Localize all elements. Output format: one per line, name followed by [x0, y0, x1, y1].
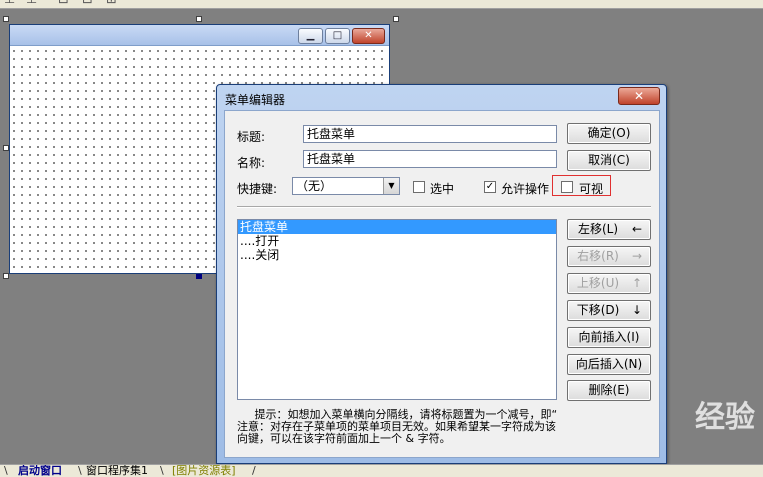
title-input[interactable]: 托盘菜单 [303, 125, 557, 143]
insert-after-button[interactable]: 向后插入(N) [567, 354, 651, 375]
resize-handle-n[interactable] [196, 16, 202, 22]
dialog-title: 菜单编辑器 [225, 93, 286, 107]
tab-divider: / [252, 464, 256, 477]
cancel-button[interactable]: 取消(C) [567, 150, 651, 171]
allow-checkbox[interactable]: ✓ [484, 181, 496, 193]
checked-checkbox[interactable] [413, 181, 425, 193]
divider [237, 206, 651, 208]
list-item[interactable]: 托盘菜单 [238, 220, 556, 234]
designer-toolbar: ⊥ ⊥ ⊟ ⊡ ⊞ [0, 0, 763, 9]
title-label: 标题: [237, 130, 266, 144]
move-left-label: 左移(L) [577, 222, 619, 236]
arrow-up-icon: ↑ [631, 276, 642, 290]
checked-label: 选中 [430, 182, 455, 196]
arrow-down-icon: ↓ [631, 303, 642, 317]
name-input[interactable]: 托盘菜单 [303, 150, 557, 168]
move-left-button[interactable]: 左移(L) ← [567, 219, 651, 240]
move-down-button[interactable]: 下移(D) ↓ [567, 300, 651, 321]
delete-button[interactable]: 删除(E) [567, 380, 651, 401]
shortcut-label: 快捷键: [237, 182, 278, 196]
tab-divider: \ [160, 464, 164, 477]
hint-line-1: 提示：如想加入菜单横向分隔线，请将标题置为一个减号，即“ [237, 408, 558, 421]
move-right-label: 右移(R) [577, 249, 619, 263]
resize-handle-nw[interactable] [3, 16, 9, 22]
tab-bar: \ 启动窗口 \ 窗口程序集1 \ [图片资源表] / [0, 464, 763, 477]
move-down-label: 下移(D) [576, 303, 620, 317]
menu-editor-dialog: 菜单编辑器 ✕ 标题: 托盘菜单 确定(O) 名称: 托盘菜单 取消(C) 快捷… [216, 84, 667, 464]
move-up-label: 上移(U) [576, 276, 620, 290]
shortcut-select[interactable]: （无） ▼ [292, 177, 400, 195]
close-icon[interactable]: ✕ [352, 28, 385, 44]
resize-handle-ne[interactable] [393, 16, 399, 22]
close-icon[interactable]: ✕ [618, 87, 660, 105]
tab-divider: \ [4, 464, 8, 477]
visible-label: 可视 [579, 182, 604, 196]
tab-startup-window[interactable]: 启动窗口 [18, 465, 62, 477]
size-icon[interactable]: ⊟ [58, 0, 69, 8]
chevron-down-icon[interactable]: ▼ [383, 178, 399, 194]
list-item[interactable]: ....关闭 [238, 248, 556, 262]
arrow-left-icon: ← [631, 222, 642, 236]
shortcut-value: （无） [296, 179, 333, 193]
watermark: 经验 [695, 400, 755, 435]
name-label: 名称: [237, 156, 266, 170]
move-up-button[interactable]: 上移(U) ↑ [567, 273, 651, 294]
grid-icon[interactable]: ⊞ [106, 0, 117, 8]
visible-checkbox[interactable] [561, 181, 573, 193]
menu-items-list[interactable]: 托盘菜单 ....打开 ....关闭 [237, 219, 557, 400]
tab-divider: \ [78, 464, 82, 477]
hint-line-2: 注意：对存在子菜单项的菜单项目无效。如果希望某一字符成为该 [237, 420, 556, 433]
maximize-icon[interactable]: □ [325, 28, 350, 44]
design-form-titlebar: ▁ □ ✕ [10, 25, 389, 46]
tab-image-resources[interactable]: [图片资源表] [172, 465, 236, 477]
align-bottom-icon[interactable]: ⊥ [26, 0, 37, 8]
move-right-button[interactable]: 右移(R) → [567, 246, 651, 267]
minimize-icon[interactable]: ▁ [298, 28, 323, 44]
list-item[interactable]: ....打开 [238, 234, 556, 248]
dialog-body: 标题: 托盘菜单 确定(O) 名称: 托盘菜单 取消(C) 快捷键: （无） ▼… [224, 110, 660, 458]
arrow-right-icon: → [631, 249, 642, 263]
tab-window-assembly[interactable]: 窗口程序集1 [86, 465, 148, 477]
ok-button[interactable]: 确定(O) [567, 123, 651, 144]
down-icon[interactable]: ⊡ [82, 0, 93, 8]
insert-before-button[interactable]: 向前插入(I) [567, 327, 651, 348]
allow-label: 允许操作 [501, 182, 550, 196]
hint-line-3: 向键，可以在该字符前面加上一个 & 字符。 [237, 432, 451, 445]
align-top-icon[interactable]: ⊥ [4, 0, 15, 8]
